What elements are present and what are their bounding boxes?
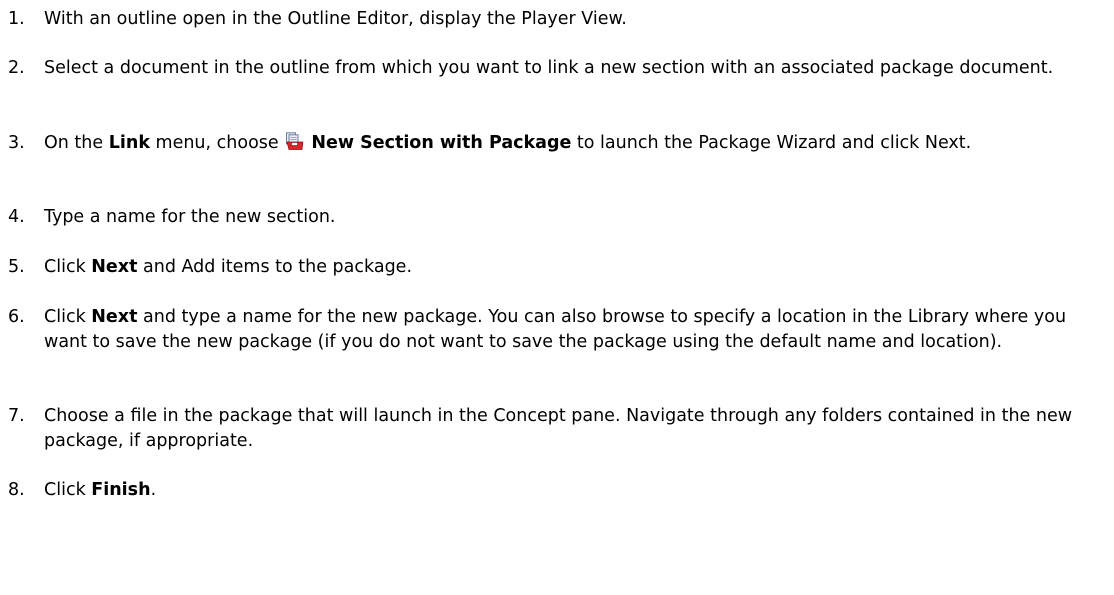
step-8: 8. Click Finish. [0, 478, 1114, 503]
step-number: 1. [8, 9, 25, 29]
step-bold-term: Next [91, 307, 138, 327]
step-text-run: Click [44, 257, 92, 277]
step-text-run: to launch the Package Wizard and click N… [571, 133, 972, 153]
step-number: 7. [8, 406, 25, 426]
step-text: With an outline open in the Outline Edit… [44, 7, 1114, 32]
step-number: 5. [8, 257, 25, 277]
step-bold-term: New Section with Package [305, 133, 572, 153]
step-number: 2. [8, 58, 25, 78]
step-text: Type a name for the new section. [44, 205, 1114, 230]
step-1: 1. With an outline open in the Outline Ed… [0, 7, 1114, 32]
step-bold-term: Finish [91, 480, 151, 500]
step-2: 2. Select a document in the outline from … [0, 56, 1114, 81]
step-7: 7. Choose a file in the package that will… [0, 404, 1114, 454]
step-text-run: and type a name for the new package. You… [44, 307, 1067, 352]
step-text: Click Next and type a name for the new p… [44, 305, 1114, 355]
step-3: 3. On the Link menu, choose New Section w… [0, 131, 1114, 156]
step-text-run: . [150, 480, 157, 500]
step-text-run: Type a name for the new section. [44, 207, 336, 227]
step-text-run: With an outline open in the Outline Edit… [44, 9, 627, 29]
step-text: Choose a file in the package that will l… [44, 404, 1114, 454]
step-text-run: Choose a file in the package that will l… [44, 406, 1073, 451]
step-6: 6. Click Next and type a name for the new… [0, 305, 1114, 355]
step-text-run: and Add items to the package. [137, 257, 413, 277]
step-text: Click Finish. [44, 478, 1114, 503]
step-5: 5. Click Next and Add items to the packag… [0, 255, 1114, 280]
step-4: 4. Type a name for the new section. [0, 205, 1114, 230]
step-text: Click Next and Add items to the package. [44, 255, 1114, 280]
step-text-run: On the [44, 133, 109, 153]
step-text: On the Link menu, choose New Section wit… [44, 131, 1114, 156]
step-number: 3. [8, 133, 25, 153]
step-bold-term: Link [108, 133, 150, 153]
step-text-run: menu, choose [149, 133, 285, 153]
step-number: 8. [8, 480, 25, 500]
step-text-run: Click [44, 307, 92, 327]
step-text-run: Click [44, 480, 92, 500]
step-text: Select a document in the outline from wh… [44, 56, 1114, 81]
new-section-with-package-icon [285, 132, 304, 151]
step-text-run: Select a document in the outline from wh… [44, 58, 1054, 78]
step-bold-term: Next [91, 257, 138, 277]
step-number: 6. [8, 307, 25, 327]
step-number: 4. [8, 207, 25, 227]
